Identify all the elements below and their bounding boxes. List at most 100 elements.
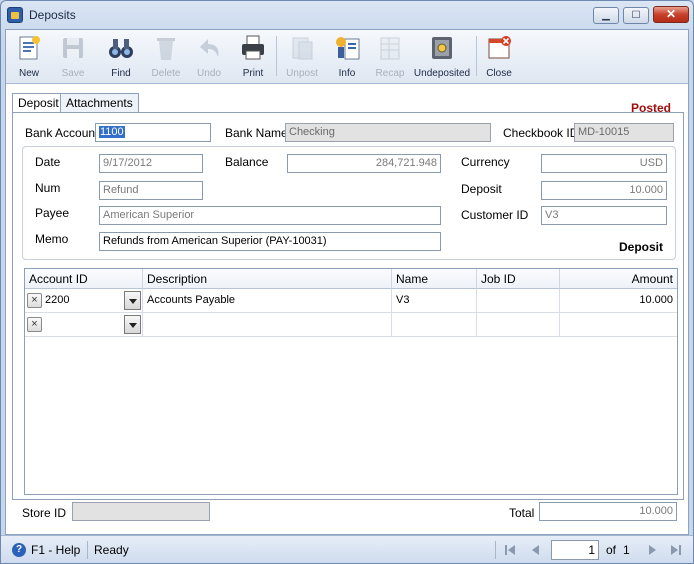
status-text: Ready bbox=[94, 543, 129, 557]
num-field[interactable]: Refund bbox=[99, 181, 203, 200]
memo-field[interactable]: Refunds from American Superior (PAY-1003… bbox=[99, 232, 441, 251]
grid-cell-name[interactable]: V3 bbox=[392, 289, 477, 313]
currency-label: Currency bbox=[461, 155, 510, 169]
store-id-label: Store ID bbox=[22, 506, 67, 520]
close-label: Close bbox=[486, 68, 512, 79]
deposit-label: Deposit bbox=[461, 182, 502, 196]
close-window-button[interactable]: ✕ bbox=[653, 6, 689, 23]
toolbar: New Save Find Delete Undo Print Unpost I… bbox=[6, 30, 688, 84]
transaction-type-label: Deposit bbox=[619, 240, 664, 254]
undeposited-button[interactable]: Undeposited bbox=[412, 32, 472, 82]
binoculars-icon bbox=[109, 39, 133, 58]
save-label: Save bbox=[61, 68, 85, 79]
help-label[interactable]: F1 - Help bbox=[31, 543, 80, 557]
deposits-window: Deposits ▁ ☐ ✕ New Save Find Delete Undo… bbox=[0, 0, 694, 564]
bank-name-label: Bank Name bbox=[225, 126, 288, 140]
grid-cell-job-id[interactable] bbox=[477, 313, 560, 337]
bank-account-value: 1100 bbox=[99, 126, 125, 138]
grid-cell-description[interactable] bbox=[143, 313, 392, 337]
recap-button[interactable]: Recap bbox=[370, 32, 410, 82]
recycle-bin-icon bbox=[157, 38, 175, 60]
grid-cell-amount[interactable] bbox=[560, 313, 677, 337]
customer-id-field[interactable]: V3 bbox=[541, 206, 667, 225]
title-bar: Deposits ▁ ☐ ✕ bbox=[1, 1, 693, 29]
grid-cell-account-id: × bbox=[25, 313, 143, 337]
previous-page-icon[interactable] bbox=[528, 542, 544, 558]
store-id-field bbox=[72, 502, 210, 521]
column-header-description[interactable]: Description bbox=[143, 269, 392, 289]
grid-cell-job-id[interactable] bbox=[477, 289, 560, 313]
find-label: Find bbox=[111, 68, 131, 79]
last-page-icon[interactable] bbox=[668, 542, 684, 558]
unpost-label: Unpost bbox=[286, 68, 318, 79]
new-label: New bbox=[18, 68, 39, 79]
bank-account-field[interactable]: 1100 bbox=[95, 123, 211, 142]
maximize-button[interactable]: ☐ bbox=[623, 7, 649, 24]
balance-label: Balance bbox=[225, 155, 269, 169]
minimize-button[interactable]: ▁ bbox=[593, 7, 619, 24]
grid-cell-name[interactable] bbox=[392, 313, 477, 337]
date-field[interactable]: 9/17/2012 bbox=[99, 154, 203, 173]
new-document-icon bbox=[19, 36, 40, 60]
app-icon bbox=[7, 7, 23, 23]
first-page-icon[interactable] bbox=[502, 542, 518, 558]
info-button[interactable]: Info bbox=[328, 32, 366, 82]
printer-icon bbox=[242, 35, 264, 60]
remove-row-icon[interactable]: × bbox=[27, 293, 42, 308]
window-title: Deposits bbox=[29, 8, 76, 22]
tab-deposit[interactable]: Deposit bbox=[12, 93, 65, 113]
memo-label: Memo bbox=[35, 232, 69, 246]
chevron-down-icon[interactable] bbox=[124, 315, 141, 334]
find-button[interactable]: Find bbox=[100, 32, 142, 82]
chevron-down-icon[interactable] bbox=[124, 291, 141, 310]
help-icon[interactable]: ? bbox=[12, 543, 26, 557]
recap-grid-icon bbox=[380, 37, 400, 60]
save-button[interactable]: Save bbox=[54, 32, 92, 82]
payee-label: Payee bbox=[35, 206, 70, 220]
next-page-icon[interactable] bbox=[644, 542, 660, 558]
column-header-name[interactable]: Name bbox=[392, 269, 477, 289]
num-label: Num bbox=[35, 181, 61, 195]
delete-button[interactable]: Delete bbox=[146, 32, 186, 82]
total-pages: 1 bbox=[623, 543, 630, 557]
currency-field[interactable]: USD bbox=[541, 154, 667, 173]
form-client-area: New Save Find Delete Undo Print Unpost I… bbox=[5, 29, 689, 535]
account-id-value[interactable]: 2200 bbox=[45, 294, 69, 306]
total-field: 10.000 bbox=[539, 502, 677, 521]
grid-cell-amount[interactable]: 10.000 bbox=[560, 289, 677, 313]
remove-row-icon[interactable]: × bbox=[27, 317, 42, 332]
info-icon bbox=[336, 37, 360, 60]
deposit-amount-field[interactable]: 10.000 bbox=[541, 181, 667, 200]
unpost-icon bbox=[292, 37, 313, 60]
save-disk-icon bbox=[63, 38, 83, 58]
bank-name-field: Checking bbox=[285, 123, 491, 142]
info-label: Info bbox=[338, 68, 356, 79]
toolbar-separator bbox=[476, 36, 477, 76]
new-button[interactable]: New bbox=[10, 32, 48, 82]
delete-label: Delete bbox=[151, 68, 181, 79]
column-header-job-id[interactable]: Job ID bbox=[477, 269, 560, 289]
print-button[interactable]: Print bbox=[234, 32, 272, 82]
unpost-button[interactable]: Unpost bbox=[280, 32, 324, 82]
close-button[interactable]: Close bbox=[480, 32, 518, 82]
column-header-account-id[interactable]: Account ID bbox=[25, 269, 143, 289]
balance-field: 284,721.948 bbox=[287, 154, 441, 173]
undo-button[interactable]: Undo bbox=[190, 32, 228, 82]
undo-label: Undo bbox=[197, 68, 221, 79]
checkbook-id-label: Checkbook ID bbox=[503, 126, 579, 140]
page-number-input[interactable]: 1 bbox=[551, 540, 599, 560]
undeposited-label: Undeposited bbox=[413, 68, 471, 79]
tab-attachments[interactable]: Attachments bbox=[60, 93, 139, 112]
deposit-details-group: Date 9/17/2012 Balance 284,721.948 Curre… bbox=[22, 146, 676, 260]
status-badge: Posted bbox=[630, 101, 671, 115]
payee-field[interactable]: American Superior bbox=[99, 206, 441, 225]
status-bar: ? F1 - Help Ready 1 of 1 bbox=[1, 535, 693, 563]
toolbar-separator bbox=[276, 36, 277, 76]
date-label: Date bbox=[35, 155, 61, 169]
of-label: of bbox=[606, 543, 617, 557]
column-header-amount[interactable]: Amount bbox=[560, 269, 677, 289]
status-separator bbox=[495, 541, 496, 559]
bank-account-label: Bank Account bbox=[25, 126, 99, 140]
grid-cell-description[interactable]: Accounts Payable bbox=[143, 289, 392, 313]
recap-label: Recap bbox=[375, 68, 405, 79]
